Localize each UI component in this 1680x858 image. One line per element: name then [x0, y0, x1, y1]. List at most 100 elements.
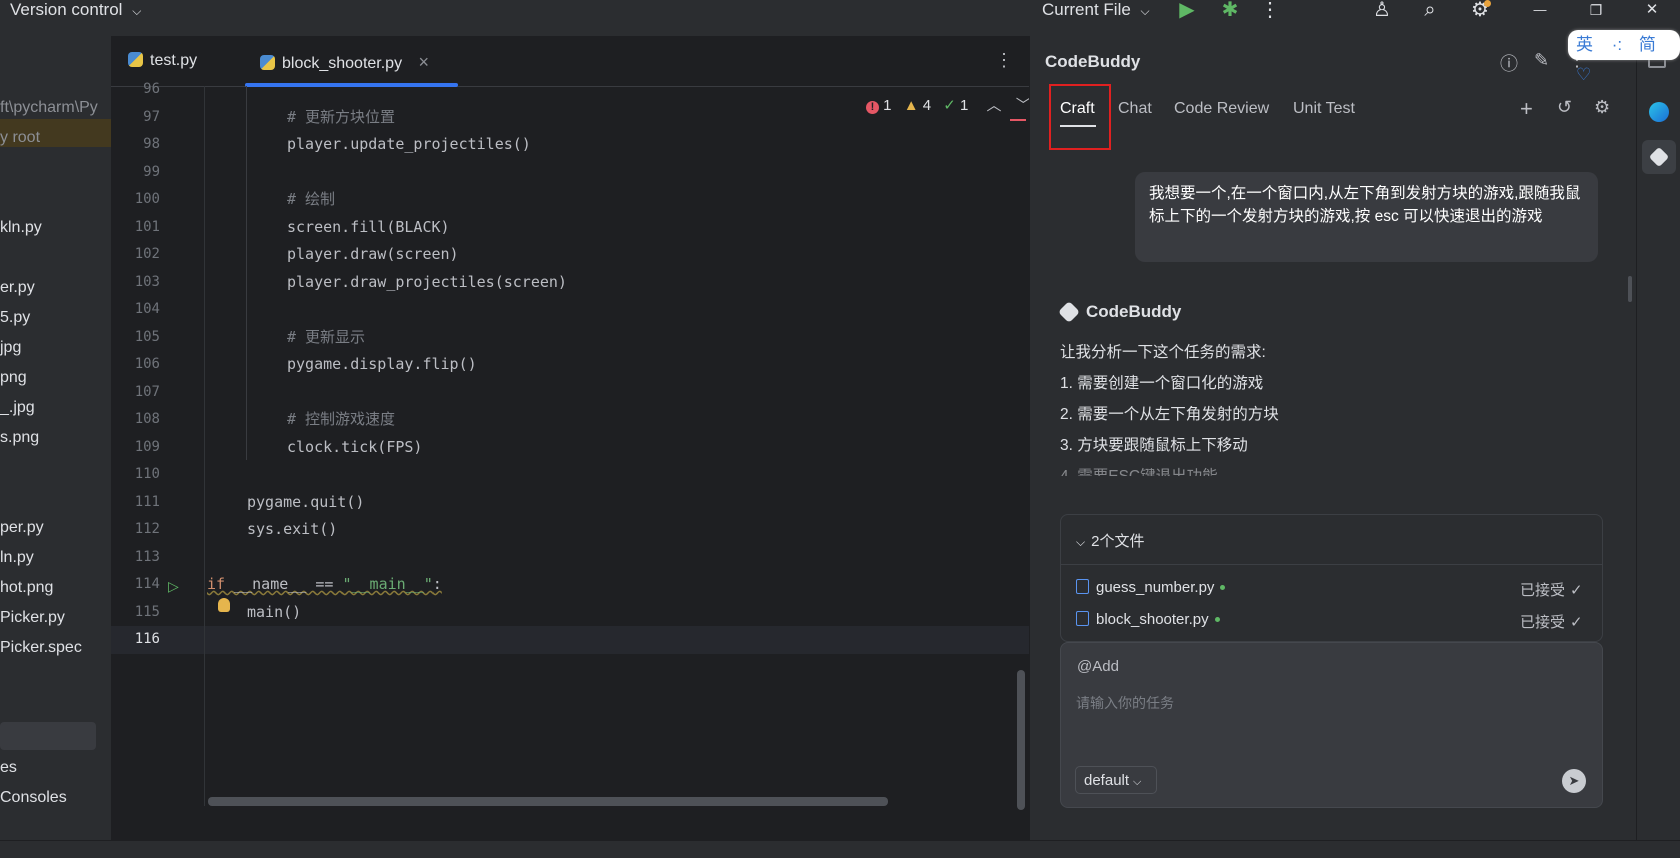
close-icon[interactable]: ✕	[1640, 0, 1664, 22]
code-string: "__main__"	[342, 575, 433, 593]
scratches-consoles-item[interactable]: Consoles	[0, 785, 67, 811]
line-number: 100	[134, 191, 160, 207]
code-line: pygame.quit()	[247, 493, 365, 511]
horizontal-scrollbar[interactable]	[208, 797, 888, 806]
line-number: 116	[134, 631, 160, 647]
highlight-box	[1049, 84, 1111, 150]
file-item[interactable]: Picker.spec	[0, 635, 82, 661]
chevron-down-icon: ⌵	[132, 4, 142, 18]
active-tab-indicator	[245, 83, 458, 87]
settings-icon[interactable]: ⚙	[1594, 97, 1610, 118]
line-number: 110	[134, 466, 160, 482]
tab-test-py[interactable]: test.py	[128, 52, 197, 70]
inspection-widget[interactable]: ! 1 ▲ 4 ✓ 1 ︿ ﹀	[866, 94, 1031, 115]
line-number: 108	[134, 411, 160, 427]
file-item[interactable]: 5.py	[0, 305, 30, 331]
project-selected-item[interactable]	[0, 722, 96, 750]
chat-scrollbar[interactable]	[1628, 276, 1632, 302]
code-line: # 控制游戏速度	[287, 410, 396, 428]
send-icon: ➤	[1568, 773, 1580, 788]
run-config-selector[interactable]: Current File ⌵	[1042, 0, 1150, 20]
tabs-more-icon[interactable]: ⋮	[995, 50, 1013, 71]
project-path[interactable]: ft\pycharm\Py	[0, 95, 98, 121]
file-name: guess_number.py	[1096, 579, 1215, 596]
file-item[interactable]: kln.py	[0, 215, 42, 241]
files-toggle[interactable]: ⌵ 2个文件	[1076, 530, 1144, 551]
file-name: block_shooter.py	[1096, 611, 1209, 628]
accepted-label: 已接受	[1520, 582, 1566, 599]
more-actions-icon[interactable]: ⋮	[1258, 0, 1282, 22]
gutter-separator	[204, 86, 205, 806]
response-line: 1. 需要创建一个窗口化的游戏	[1060, 375, 1264, 392]
external-libraries-item[interactable]: es	[0, 755, 17, 781]
line-number: 101	[134, 219, 160, 235]
close-tab-icon[interactable]: ×	[419, 52, 430, 72]
code-editor[interactable]	[111, 36, 1029, 840]
file-item[interactable]: per.py	[0, 515, 44, 541]
tab-unit-test[interactable]: Unit Test	[1293, 100, 1355, 118]
file-row[interactable]: block_shooter.py	[1076, 611, 1220, 628]
file-item[interactable]: Picker.py	[0, 605, 65, 631]
search-icon[interactable]: ⌕	[1418, 0, 1442, 22]
code-line: # 更新显示	[287, 328, 366, 346]
tab-chat[interactable]: Chat	[1118, 100, 1152, 118]
help-icon[interactable]: ⓘ	[1500, 50, 1518, 76]
check-icon: ✓	[1570, 614, 1583, 631]
ime-skin-icon[interactable]: ♡	[1576, 65, 1591, 84]
file-item[interactable]: _.jpg	[0, 395, 35, 421]
accepted-status: 已接受 ✓	[1520, 579, 1583, 600]
status-bar	[0, 840, 1680, 858]
file-item[interactable]: png	[0, 365, 27, 391]
history-icon[interactable]: ↺	[1557, 97, 1572, 118]
file-item[interactable]: hot.png	[0, 575, 53, 601]
browser-icon[interactable]	[1649, 102, 1669, 122]
project-root[interactable]: y root	[0, 125, 40, 151]
code-line: player.draw(screen)	[287, 245, 459, 263]
ime-punctuation[interactable]: ·:	[1612, 35, 1622, 54]
version-control-menu[interactable]: Version control ⌵	[10, 0, 141, 22]
add-context-button[interactable]: @Add	[1077, 658, 1119, 675]
ime-mode[interactable]: 简	[1639, 35, 1656, 54]
add-user-icon[interactable]: ♙	[1370, 0, 1394, 22]
tab-code-review[interactable]: Code Review	[1174, 100, 1269, 118]
ime-toolbar[interactable]: 英 ·: 简 ♡	[1568, 30, 1680, 84]
model-select[interactable]: default ⌵	[1075, 766, 1157, 794]
code-line: sys.exit()	[247, 520, 338, 538]
code-line: clock.tick(FPS)	[287, 438, 423, 456]
chevron-up-icon[interactable]: ︿	[987, 97, 1002, 114]
add-icon[interactable]: +	[1520, 96, 1533, 122]
edit-icon[interactable]: ✎	[1534, 50, 1549, 71]
code-text: __name__ ==	[225, 575, 343, 593]
tab-block-shooter-py[interactable]: block_shooter.py ×	[260, 52, 429, 73]
file-icon	[1076, 611, 1089, 626]
lightbulb-icon[interactable]	[218, 598, 230, 612]
file-item[interactable]: er.py	[0, 275, 35, 301]
code-line: if __name__ == "__main__":	[207, 571, 442, 599]
file-item[interactable]: s.png	[0, 425, 39, 451]
status-dot	[1214, 617, 1220, 622]
file-row[interactable]: guess_number.py	[1076, 579, 1226, 596]
send-button[interactable]: ➤	[1562, 769, 1586, 793]
minimize-icon[interactable]: —	[1528, 0, 1552, 22]
tab-label: test.py	[150, 52, 198, 69]
line-number: 111	[134, 494, 160, 510]
error-stripe-mark[interactable]	[1010, 119, 1026, 121]
vertical-scrollbar[interactable]	[1017, 670, 1025, 810]
indent-guide	[246, 86, 247, 460]
task-input[interactable]	[1076, 688, 1576, 718]
code-line: screen.fill(BLACK)	[287, 218, 450, 236]
chevron-down-icon: ⌵	[1133, 776, 1142, 788]
error-count: 1	[883, 97, 892, 114]
current-line-highlight	[111, 626, 1029, 654]
file-item[interactable]: ln.py	[0, 545, 34, 571]
ime-language[interactable]: 英	[1576, 35, 1593, 54]
response-line: 3. 方块要跟随鼠标上下移动	[1060, 437, 1248, 454]
restore-icon[interactable]: ❐	[1584, 0, 1608, 22]
debug-icon[interactable]: ✱	[1218, 0, 1242, 22]
file-item[interactable]: jpg	[0, 335, 21, 361]
line-number: 109	[134, 439, 160, 455]
run-gutter-icon[interactable]: ▷	[168, 578, 179, 595]
python-file-icon	[260, 55, 275, 70]
run-icon[interactable]: ▶	[1175, 0, 1199, 22]
codebuddy-tool-icon[interactable]	[1642, 140, 1676, 174]
